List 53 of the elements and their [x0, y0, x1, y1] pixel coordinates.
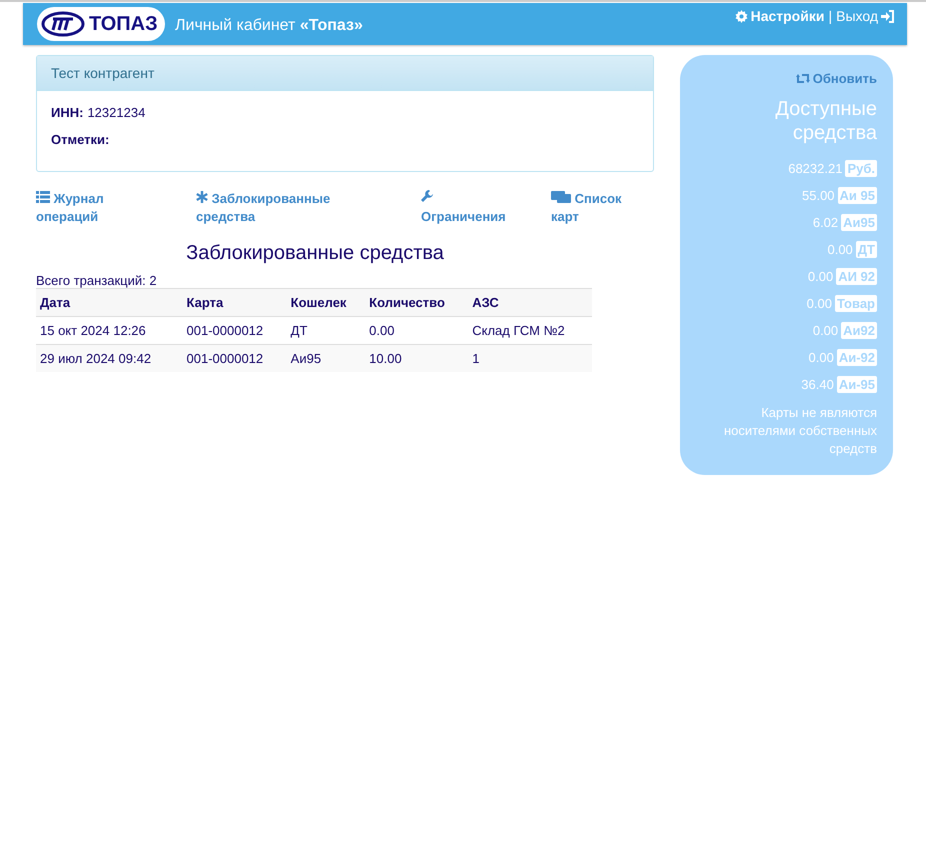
asterisk-icon [196, 191, 208, 203]
fund-unit: Аи-95 [836, 376, 877, 393]
logo: ТОПАЗ [37, 7, 165, 41]
nav-link[interactable]: Ограничения [421, 190, 516, 226]
account-name: Тест контрагент [37, 56, 653, 91]
transaction-count: Всего транзакций: 2 [36, 273, 158, 288]
table-cell: Аи95 [286, 344, 366, 372]
table-cell: 29 июл 2024 09:42 [36, 344, 183, 372]
fund-amount: 0.00 [827, 242, 853, 257]
list-icon [36, 191, 50, 203]
logout-link[interactable]: Выход [836, 8, 895, 24]
column-header: Кошелек [286, 288, 366, 316]
field-label: ИНН: [51, 105, 84, 120]
separator: | [828, 8, 832, 24]
fund-unit: АИ 92 [836, 268, 877, 285]
funds-title: Доступные средства [774, 97, 877, 145]
field-label: Отметки: [51, 132, 110, 147]
fund-amount: 6.02 [812, 215, 838, 230]
column-header: Карта [182, 288, 287, 316]
column-header: АЗС [468, 288, 592, 316]
table-cell: 1 [468, 344, 592, 372]
column-header: Дата [36, 288, 183, 316]
nav-link[interactable]: Заблокированные средства [196, 190, 346, 226]
refresh-icon [794, 73, 811, 84]
wrench-icon [421, 190, 433, 203]
nav-link[interactable]: Список карт [551, 190, 636, 226]
table-cell: 10.00 [365, 344, 468, 372]
field-value: 12321234 [87, 105, 146, 120]
settings-icon [734, 10, 748, 22]
site-title: Личный кабинет «Топаз» [175, 17, 363, 35]
cards-icon [551, 191, 571, 203]
fund-amount: 0.00 [806, 296, 832, 311]
fund-unit: Аи-92 [836, 349, 877, 366]
page-title: Заблокированные средства [185, 242, 445, 265]
funds-note: Карты не являются носителями собственных средств [722, 404, 877, 458]
fund-unit: ДТ [856, 241, 877, 258]
settings-link[interactable]: Настройки [734, 8, 824, 24]
fund-unit: Аи92 [841, 322, 877, 339]
fund-amount: 36.40 [801, 377, 834, 392]
fund-amount: 0.00 [812, 323, 838, 338]
fund-amount: 0.00 [808, 350, 834, 365]
fund-unit: Аи 95 [838, 187, 877, 204]
table-cell: 001-0000012 [182, 344, 287, 372]
fund-unit: Руб. [845, 160, 877, 177]
logout-icon [881, 10, 895, 22]
fund-unit: Товар [834, 295, 877, 312]
nav-link[interactable]: Журнал операций [36, 190, 121, 226]
refresh-link[interactable]: Обновить [794, 71, 877, 86]
column-header: Количество [365, 288, 468, 316]
fund-amount: 55.00 [802, 188, 835, 203]
fund-amount: 0.00 [808, 269, 834, 284]
fund-amount: 68232.21 [788, 161, 842, 176]
fund-unit: Аи95 [841, 214, 877, 231]
